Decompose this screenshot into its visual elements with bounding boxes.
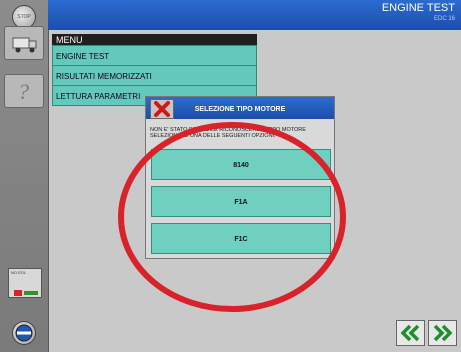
option-f1c-button[interactable]: F1C (151, 223, 331, 254)
back-button[interactable] (396, 320, 425, 346)
option-f1a-button[interactable]: F1A (151, 186, 331, 217)
forward-double-icon (433, 324, 453, 342)
help-button[interactable]: ? (4, 74, 44, 108)
back-double-icon (400, 324, 420, 342)
menu-item-engine-test[interactable]: ENGINE TEST (52, 45, 257, 66)
power-icon (15, 324, 33, 342)
status-green-bar (24, 291, 38, 295)
sidebar: STOP ? NO EOL (0, 0, 49, 352)
option-8140-button[interactable]: 8140 (151, 149, 331, 180)
power-button[interactable] (12, 321, 36, 345)
status-red-light (14, 290, 22, 296)
stop-icon: STOP (17, 14, 31, 20)
vehicle-button[interactable] (4, 26, 44, 60)
dialog-message: NON E' STATO POSSIBILE RICONOSCERE IL TI… (150, 127, 330, 139)
app-subtitle: EDC 16 (433, 16, 455, 22)
dialog-message-line2: SELEZIONARE UNA DELLE SEGUENTI OPZIONI. (150, 133, 276, 139)
forward-button[interactable] (428, 320, 457, 346)
truck-icon (12, 37, 37, 53)
close-icon (154, 101, 170, 117)
svg-text:?: ? (18, 79, 29, 104)
status-indicator-label: NO EOL (11, 270, 27, 275)
menu-item-risultati[interactable]: RISULTATI MEMORIZZATI (52, 65, 257, 86)
dialog-close-button[interactable] (150, 99, 174, 119)
status-indicator: NO EOL (8, 268, 42, 298)
dialog-title: SELEZIONE TIPO MOTORE (146, 97, 334, 119)
app-title: ENGINE TEST (381, 2, 455, 14)
top-bar: ENGINE TEST EDC 16 (48, 0, 461, 30)
engine-select-dialog: SELEZIONE TIPO MOTORE NON E' STATO POSSI… (145, 96, 335, 259)
help-icon: ? (18, 79, 29, 104)
